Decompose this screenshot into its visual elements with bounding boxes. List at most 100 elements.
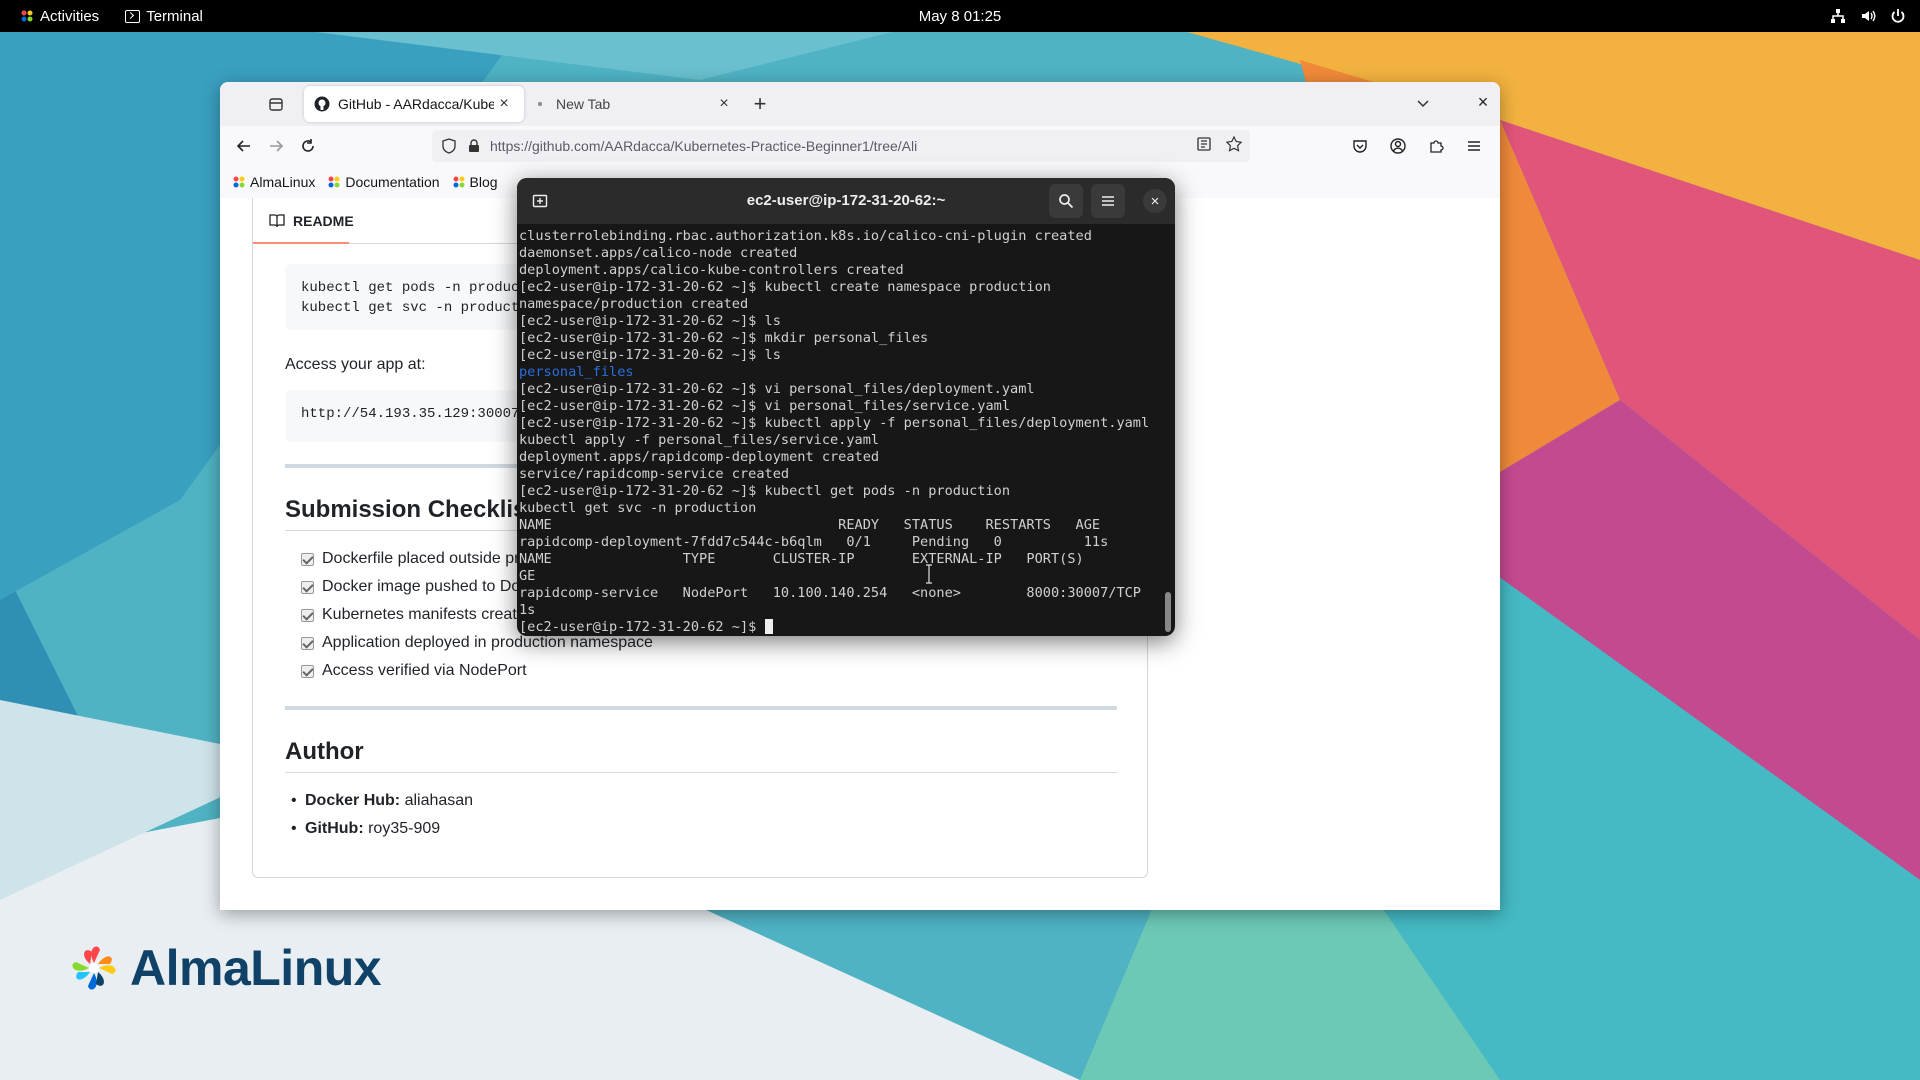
terminal-line: 1s	[519, 602, 536, 618]
app-menu-button[interactable]	[1458, 130, 1490, 162]
tab-new-tab[interactable]: New Tab ×	[524, 86, 744, 122]
terminal-icon	[125, 9, 141, 23]
checklist-label: Dockerfile placed outside pr	[322, 550, 520, 567]
access-app-text: Access your app at:	[285, 356, 426, 373]
checklist-label: Kubernetes manifests create	[322, 606, 526, 623]
author-item-github: GitHub: roy35-909	[291, 820, 441, 838]
reader-view-icon[interactable]	[1196, 136, 1212, 152]
terminal-scrollbar[interactable]	[1165, 592, 1171, 632]
terminal-line: rapidcomp-service NodePort 10.100.140.25…	[519, 585, 1155, 601]
tab-strip: GitHub - AARdacca/Kuber × New Tab × + ×	[220, 82, 1500, 126]
terminal-output[interactable]: clusterrolebinding.rbac.authorization.k8…	[519, 228, 1155, 636]
terminal-menu-button[interactable]	[1091, 184, 1125, 218]
clock[interactable]: May 8 01:25	[919, 8, 1002, 25]
puzzle-icon	[1430, 140, 1444, 153]
almalinux-bookmark-icon	[328, 176, 340, 188]
pocket-icon	[1353, 140, 1367, 153]
terminal-line: [ec2-user@ip-172-31-20-62 ~]$ ls	[519, 347, 781, 363]
search-icon	[1059, 194, 1074, 209]
forward-button[interactable]	[260, 130, 292, 162]
checklist-label: Access verified via NodePort	[322, 662, 527, 679]
back-button[interactable]	[228, 130, 260, 162]
terminal-line: [ec2-user@ip-172-31-20-62 ~]$ kubectl ap…	[519, 415, 1150, 431]
almalinux-bookmark-icon	[233, 176, 245, 188]
url-bar[interactable]: https://github.com/AARdacca/Kubernetes-P…	[432, 130, 1250, 162]
bookmark-documentation[interactable]: Documentation	[327, 174, 440, 190]
list-all-tabs-chevron-icon[interactable]	[1416, 96, 1430, 110]
readme-tab-label[interactable]: README	[293, 213, 354, 229]
mouse-ibeam-cursor-icon	[926, 564, 932, 584]
terminal-cursor	[764, 619, 773, 634]
terminal-line: NAME TYPE CLUSTER-IP EXTERNAL-IP PORT(S)…	[519, 551, 1155, 567]
url-text: https://github.com/AARdacca/Kubernetes-P…	[490, 138, 918, 154]
author-value: aliahasan	[400, 792, 474, 809]
bookmark-blog[interactable]: Blog	[452, 174, 498, 190]
terminal-header: ec2-user@ip-172-31-20-62:~ ×	[517, 178, 1175, 224]
almalinux-flower-icon	[72, 946, 116, 990]
terminal-line: NAME READY STATUS RESTARTS AGE	[519, 517, 1101, 533]
extensions-button[interactable]	[1420, 130, 1452, 162]
terminal-line: service/rapidcomp-service created	[519, 466, 790, 482]
forward-arrow-icon	[270, 140, 284, 152]
terminal-line: daemonset.apps/calico-node created	[519, 245, 798, 261]
author-value: roy35-909	[363, 820, 441, 837]
bookmark-label: Documentation	[345, 174, 440, 190]
readme-tab-underline	[253, 242, 349, 244]
checklist-item: Kubernetes manifests create	[301, 606, 526, 624]
terminal-line: [ec2-user@ip-172-31-20-62 ~]$ vi persona…	[519, 398, 1011, 414]
reload-button[interactable]	[292, 130, 324, 162]
account-icon	[1390, 138, 1406, 154]
shield-icon	[442, 138, 456, 154]
terminal-line: namespace/production created	[519, 296, 749, 312]
activities-label: Activities	[40, 7, 100, 25]
tab-close-icon[interactable]: ×	[714, 95, 734, 113]
terminal-line: [ec2-user@ip-172-31-20-62 ~]$ vi persona…	[519, 381, 1035, 397]
terminal-line: kubectl apply -f personal_files/service.…	[519, 432, 880, 448]
author-key: GitHub:	[305, 820, 364, 837]
author-key: Docker Hub:	[305, 792, 401, 809]
terminal-line: [ec2-user@ip-172-31-20-62 ~]$ mkdir pers…	[519, 330, 929, 346]
app-menu-label: Terminal	[146, 7, 203, 25]
checkbox-checked-icon[interactable]	[301, 664, 314, 678]
terminal-line: deployment.apps/calico-kube-controllers …	[519, 262, 904, 278]
firefox-view-icon	[269, 98, 283, 111]
author-item-dockerhub: Docker Hub: aliahasan	[291, 792, 474, 810]
terminal-search-button[interactable]	[1049, 184, 1083, 218]
firefox-view-button[interactable]	[254, 82, 298, 126]
checklist-item: Access verified via NodePort	[301, 662, 527, 680]
bookmark-label: Blog	[469, 174, 498, 190]
checkbox-checked-icon[interactable]	[301, 636, 314, 650]
terminal-prompt-line[interactable]: [ec2-user@ip-172-31-20-62 ~]$	[519, 619, 1155, 636]
terminal-line: kubectl get svc -n production	[519, 500, 757, 516]
bookmark-almalinux[interactable]: AlmaLinux	[232, 174, 315, 190]
desktop-almalinux-logo: AlmaLinux	[64, 938, 382, 998]
bookmark-label: AlmaLinux	[250, 174, 316, 190]
tab-title: New Tab	[556, 96, 611, 112]
system-status-area[interactable]	[1830, 0, 1906, 32]
bookmark-star-icon[interactable]	[1226, 136, 1242, 152]
tab-close-icon[interactable]: ×	[494, 95, 514, 113]
terminal-line: [ec2-user@ip-172-31-20-62 ~]$ kubectl ge…	[519, 483, 1011, 499]
checklist-label: Application deployed in production names…	[322, 634, 653, 651]
activities-button[interactable]: Activities	[0, 0, 113, 32]
back-arrow-icon	[236, 140, 250, 152]
tab-dot-icon	[538, 102, 542, 106]
app-menu-terminal[interactable]: Terminal	[113, 0, 215, 32]
desktop-logo-text: AlmaLinux	[130, 940, 382, 996]
checkbox-checked-icon[interactable]	[301, 608, 314, 622]
checklist-item: Application deployed in production names…	[301, 634, 653, 652]
terminal-prompt: [ec2-user@ip-172-31-20-62 ~]$	[519, 619, 765, 635]
window-close-button[interactable]: ×	[1472, 92, 1494, 113]
account-button[interactable]	[1382, 130, 1414, 162]
checklist-label: Docker image pushed to Do	[322, 578, 521, 595]
terminal-window: ec2-user@ip-172-31-20-62:~ × clusterrole…	[517, 178, 1175, 636]
tab-title: GitHub - AARdacca/Kuber	[338, 96, 494, 112]
tab-github[interactable]: GitHub - AARdacca/Kuber ×	[304, 86, 524, 122]
terminal-close-button[interactable]: ×	[1143, 189, 1167, 213]
checkbox-checked-icon[interactable]	[301, 580, 314, 594]
pocket-button[interactable]	[1344, 130, 1376, 162]
lock-icon	[469, 139, 479, 152]
author-heading: Author	[285, 738, 1117, 773]
new-tab-button[interactable]: +	[744, 88, 776, 120]
checkbox-checked-icon[interactable]	[301, 552, 314, 566]
